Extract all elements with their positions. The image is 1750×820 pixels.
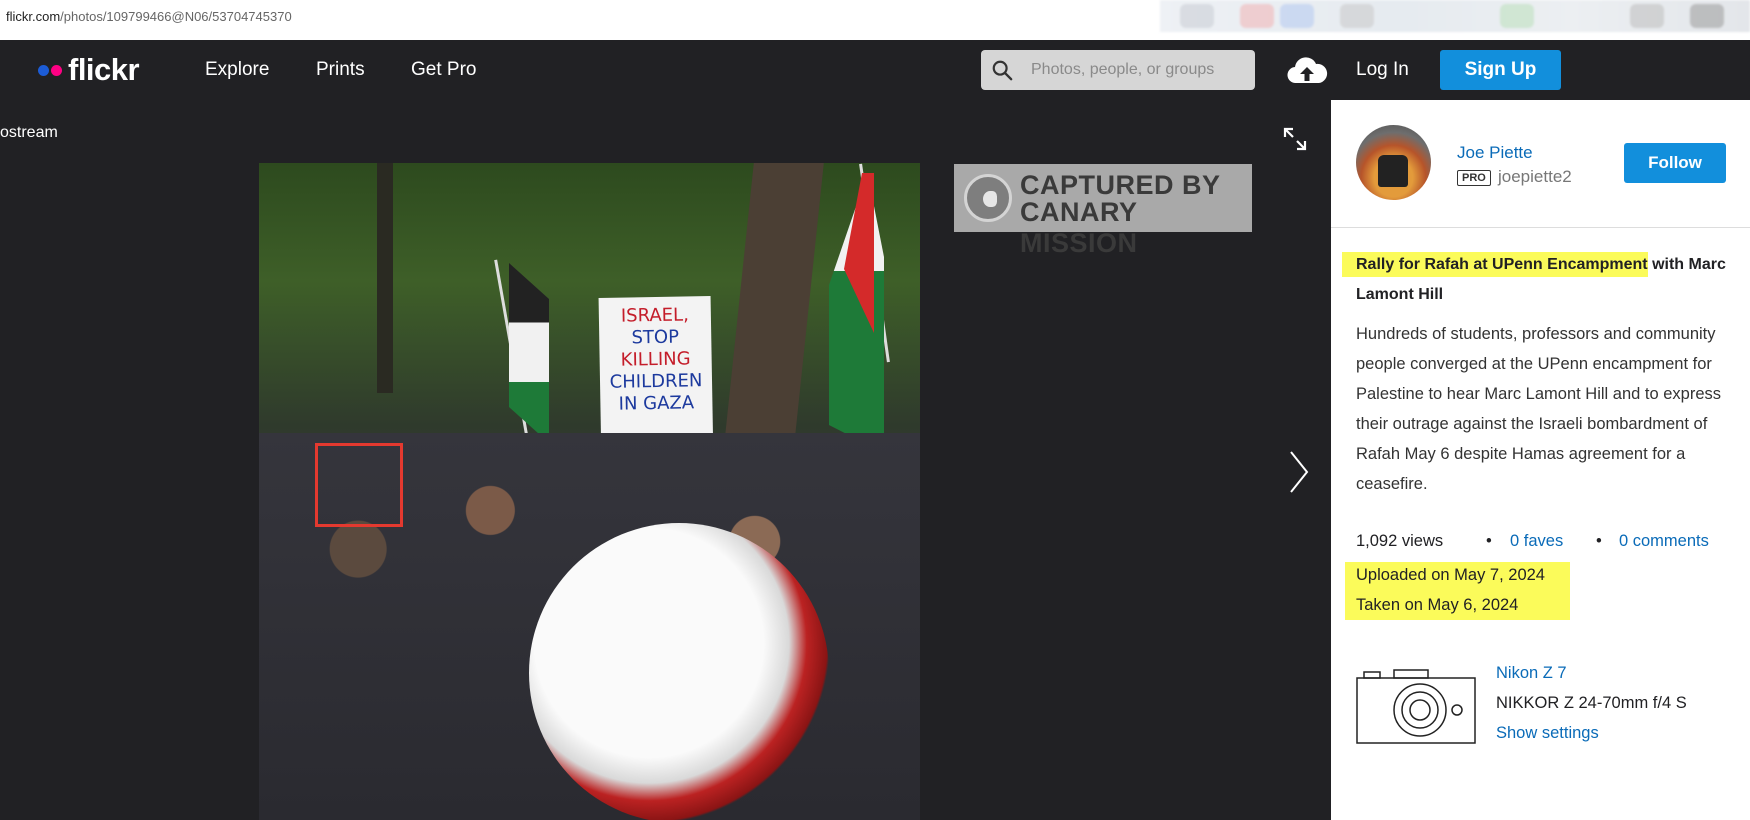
faves-link[interactable]: 0 faves xyxy=(1510,532,1563,551)
logo-blue-dot xyxy=(38,64,49,76)
search-input[interactable]: Photos, people, or groups xyxy=(981,50,1255,90)
photo-title-highlighted: Rally for Rafah at UPenn Encampment xyxy=(1342,252,1648,277)
url-domain: flickr.com xyxy=(6,9,61,24)
photo-title: Rally for Rafah at UPenn Encampment with… xyxy=(1342,250,1736,310)
follow-button[interactable]: Follow xyxy=(1624,143,1726,183)
sign-line-4: CHILDREN xyxy=(609,370,703,393)
next-photo-chevron-icon[interactable] xyxy=(1288,450,1310,494)
camera-model-link[interactable]: Nikon Z 7 xyxy=(1496,664,1567,683)
signup-button[interactable]: Sign Up xyxy=(1440,50,1561,90)
photo-viewer: ostream ISRAEL, STOP KILLING CHILDREN IN… xyxy=(0,100,1331,820)
author-name-link[interactable]: Joe Piette xyxy=(1457,143,1533,163)
browser-address-bar[interactable]: flickr.com/photos/109799466@N06/53704745… xyxy=(0,0,1750,34)
uploaded-date: Uploaded on May 7, 2024 xyxy=(1356,566,1545,584)
megaphone xyxy=(529,523,829,820)
pro-badge: PRO xyxy=(1457,170,1491,186)
nav-prints[interactable]: Prints xyxy=(316,59,365,81)
nav-get-pro[interactable]: Get Pro xyxy=(411,59,476,81)
views-count: 1,092 views xyxy=(1356,532,1444,550)
login-link[interactable]: Log In xyxy=(1356,59,1409,81)
sign-line-1: ISRAEL, xyxy=(620,304,690,327)
comments-link[interactable]: 0 comments xyxy=(1619,532,1709,551)
taken-date: Taken on May 6, 2024 xyxy=(1356,596,1519,614)
photo-stats: 1,092 views • 0 faves • 0 comments xyxy=(1356,532,1746,556)
photo-info-sidebar: Joe Piette PRO joepiette2 Follow Rally f… xyxy=(1331,100,1750,820)
photo-description: Hundreds of students, professors and com… xyxy=(1356,325,1722,493)
main-photo[interactable]: ISRAEL, STOP KILLING CHILDREN IN GAZA xyxy=(259,163,920,820)
show-settings-link[interactable]: Show settings xyxy=(1496,724,1599,743)
url-text[interactable]: flickr.com/photos/109799466@N06/53704745… xyxy=(6,9,292,24)
sidebar-divider xyxy=(1331,227,1750,228)
logo-wordmark: flickr xyxy=(68,52,140,87)
author-username: joepiette2 xyxy=(1498,167,1572,186)
nav-explore[interactable]: Explore xyxy=(205,59,269,81)
back-to-photostream-link[interactable]: ostream xyxy=(0,124,58,142)
camera-icon xyxy=(1356,669,1476,744)
upload-cloud-icon[interactable] xyxy=(1286,55,1328,85)
fullscreen-expand-icon[interactable] xyxy=(1281,125,1309,153)
lamp-post xyxy=(377,163,393,393)
face-highlight-box xyxy=(315,443,403,527)
logo-pink-dot xyxy=(51,64,62,76)
search-icon xyxy=(992,60,1013,81)
canary-mission-watermark: CAPTURED BY CANARY MISSION xyxy=(954,164,1252,258)
watermark-line-2: CANARY MISSION xyxy=(1020,197,1138,258)
stats-separator: • xyxy=(1486,532,1492,550)
stats-separator: • xyxy=(1596,532,1602,550)
author-avatar[interactable] xyxy=(1356,125,1431,200)
sign-line-5: IN GAZA xyxy=(618,392,695,415)
lens-model: NIKKOR Z 24-70mm f/4 S xyxy=(1496,694,1687,712)
blurred-browser-extensions xyxy=(1160,0,1750,32)
url-path: /photos/109799466@N06/53704745370 xyxy=(60,9,292,24)
top-navigation: flickr Explore Prints Get Pro Photos, pe… xyxy=(0,40,1750,100)
palestinian-flag-left xyxy=(509,263,549,443)
canary-bird-icon xyxy=(964,174,1012,222)
photo-dates: Uploaded on May 7, 2024 Taken on May 6, … xyxy=(1345,562,1570,620)
sign-line-2: STOP xyxy=(631,326,680,349)
flickr-logo[interactable]: flickr xyxy=(38,52,140,88)
search-placeholder: Photos, people, or groups xyxy=(1031,61,1215,78)
sign-line-3: KILLING xyxy=(620,348,691,371)
